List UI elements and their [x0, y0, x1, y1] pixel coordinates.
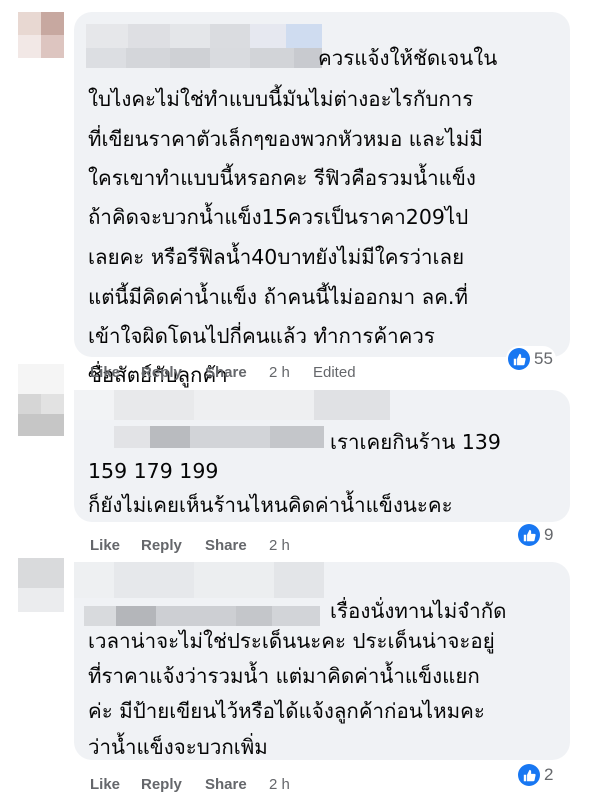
- comment-text-line: ที่ราคาแจ้งว่ารวมน้ำ แต่มาคิดค่าน้ำแข็งแ…: [88, 664, 480, 688]
- timestamp[interactable]: 2 h: [269, 776, 290, 793]
- thumbs-up-icon: [518, 764, 540, 786]
- comment-text-line: 159 179 199: [88, 459, 219, 483]
- comment-actions: Like Reply Share 2 h Edited: [90, 364, 390, 384]
- thumbs-up-icon: [518, 524, 540, 546]
- comment-text-line: เลยคะ หรือรีฟิลน้ำ40บาทยังไม่มีใครว่าเลย: [88, 245, 465, 269]
- avatar[interactable]: [18, 364, 64, 436]
- like-button[interactable]: Like: [90, 776, 120, 793]
- reaction-count-badge[interactable]: 9: [516, 522, 557, 548]
- comment-text-line: เวลาน่าจะไม่ใช่ประเด็นนะคะ ประเด็นน่าจะอ…: [88, 629, 495, 653]
- comment-text-line: ใครเขาทำแบบนี้หรอกคะ รีฟิวคือรวมน้ำแข็ง: [88, 166, 476, 190]
- share-button[interactable]: Share: [205, 364, 247, 381]
- comment-text-line: ถ้าคิดจะบวกน้ำแข็ง15ควรเป็นราคา209ไป: [88, 205, 469, 229]
- reaction-count: 55: [534, 349, 553, 368]
- comment-text-line: เข้าใจผิดโดนไปกี่คนแล้ว ทำการค้าควร: [88, 324, 435, 348]
- comment-text-line: แต่นี้มีคิดค่าน้ำแข็ง ถ้าคนนี้ไม่ออกมา ล…: [88, 285, 468, 309]
- comment-text-line: เราเคยกินร้าน 139: [330, 430, 501, 454]
- comment-text-line: ที่เขียนราคาตัวเล็กๆของพวกหัวหมอ และไม่ม…: [88, 127, 483, 151]
- reply-button[interactable]: Reply: [141, 537, 182, 554]
- comment-text-line: ค่ะ มีป้ายเขียนไว้หรือได้แจ้งลูกค้าก่อนไ…: [88, 699, 485, 723]
- like-button[interactable]: Like: [90, 537, 120, 554]
- comment-1: ควรแจ้งให้ชัดเจนใน ใบไงคะไม่ใช่ทำแบบนี้ม…: [0, 0, 600, 390]
- comment-text-line: ใบไงคะไม่ใช่ทำแบบนี้มันไม่ต่างอะไรกับการ: [88, 87, 474, 111]
- reply-button[interactable]: Reply: [141, 776, 182, 793]
- reaction-count: 2: [544, 765, 554, 784]
- comment-2: เราเคยกินร้าน 139 159 179 199 ก็ยังไม่เค…: [0, 364, 600, 560]
- avatar[interactable]: [18, 558, 64, 612]
- avatar[interactable]: [18, 12, 64, 58]
- thumbs-up-icon: [508, 348, 530, 370]
- comment-text-line: เรื่องนั่งทานไม่จำกัด: [330, 599, 507, 623]
- comment-text-line: ควรแจ้งให้ชัดเจนใน: [318, 46, 498, 70]
- like-button[interactable]: Like: [90, 364, 120, 381]
- comment-text-line: ว่าน้ำแข็งจะบวกเพิ่ม: [88, 735, 268, 759]
- share-button[interactable]: Share: [205, 537, 247, 554]
- comment-actions: Like Reply Share 2 h: [90, 776, 390, 793]
- timestamp[interactable]: 2 h: [269, 364, 290, 381]
- reply-button[interactable]: Reply: [141, 364, 182, 381]
- comment-bubble: ควรแจ้งให้ชัดเจนใน ใบไงคะไม่ใช่ทำแบบนี้ม…: [74, 12, 570, 387]
- comment-bubble: เรื่องนั่งทานไม่จำกัด เวลาน่าจะไม่ใช่ประ…: [74, 562, 570, 760]
- reaction-count-badge[interactable]: 2: [516, 762, 557, 788]
- share-button[interactable]: Share: [205, 776, 247, 793]
- timestamp[interactable]: 2 h: [269, 537, 290, 554]
- comment-actions: Like Reply Share 2 h: [90, 537, 390, 557]
- comment-bubble: เราเคยกินร้าน 139 159 179 199 ก็ยังไม่เค…: [74, 390, 570, 522]
- comment-text-line: ก็ยังไม่เคยเห็นร้านไหนคิดค่าน้ำแข็งนะคะ: [88, 493, 453, 517]
- edited-label: Edited: [313, 364, 356, 381]
- reaction-count-badge[interactable]: 55: [506, 346, 556, 372]
- reaction-count: 9: [544, 525, 554, 544]
- comment-3: เรื่องนั่งทานไม่จำกัด เวลาน่าจะไม่ใช่ประ…: [0, 558, 600, 793]
